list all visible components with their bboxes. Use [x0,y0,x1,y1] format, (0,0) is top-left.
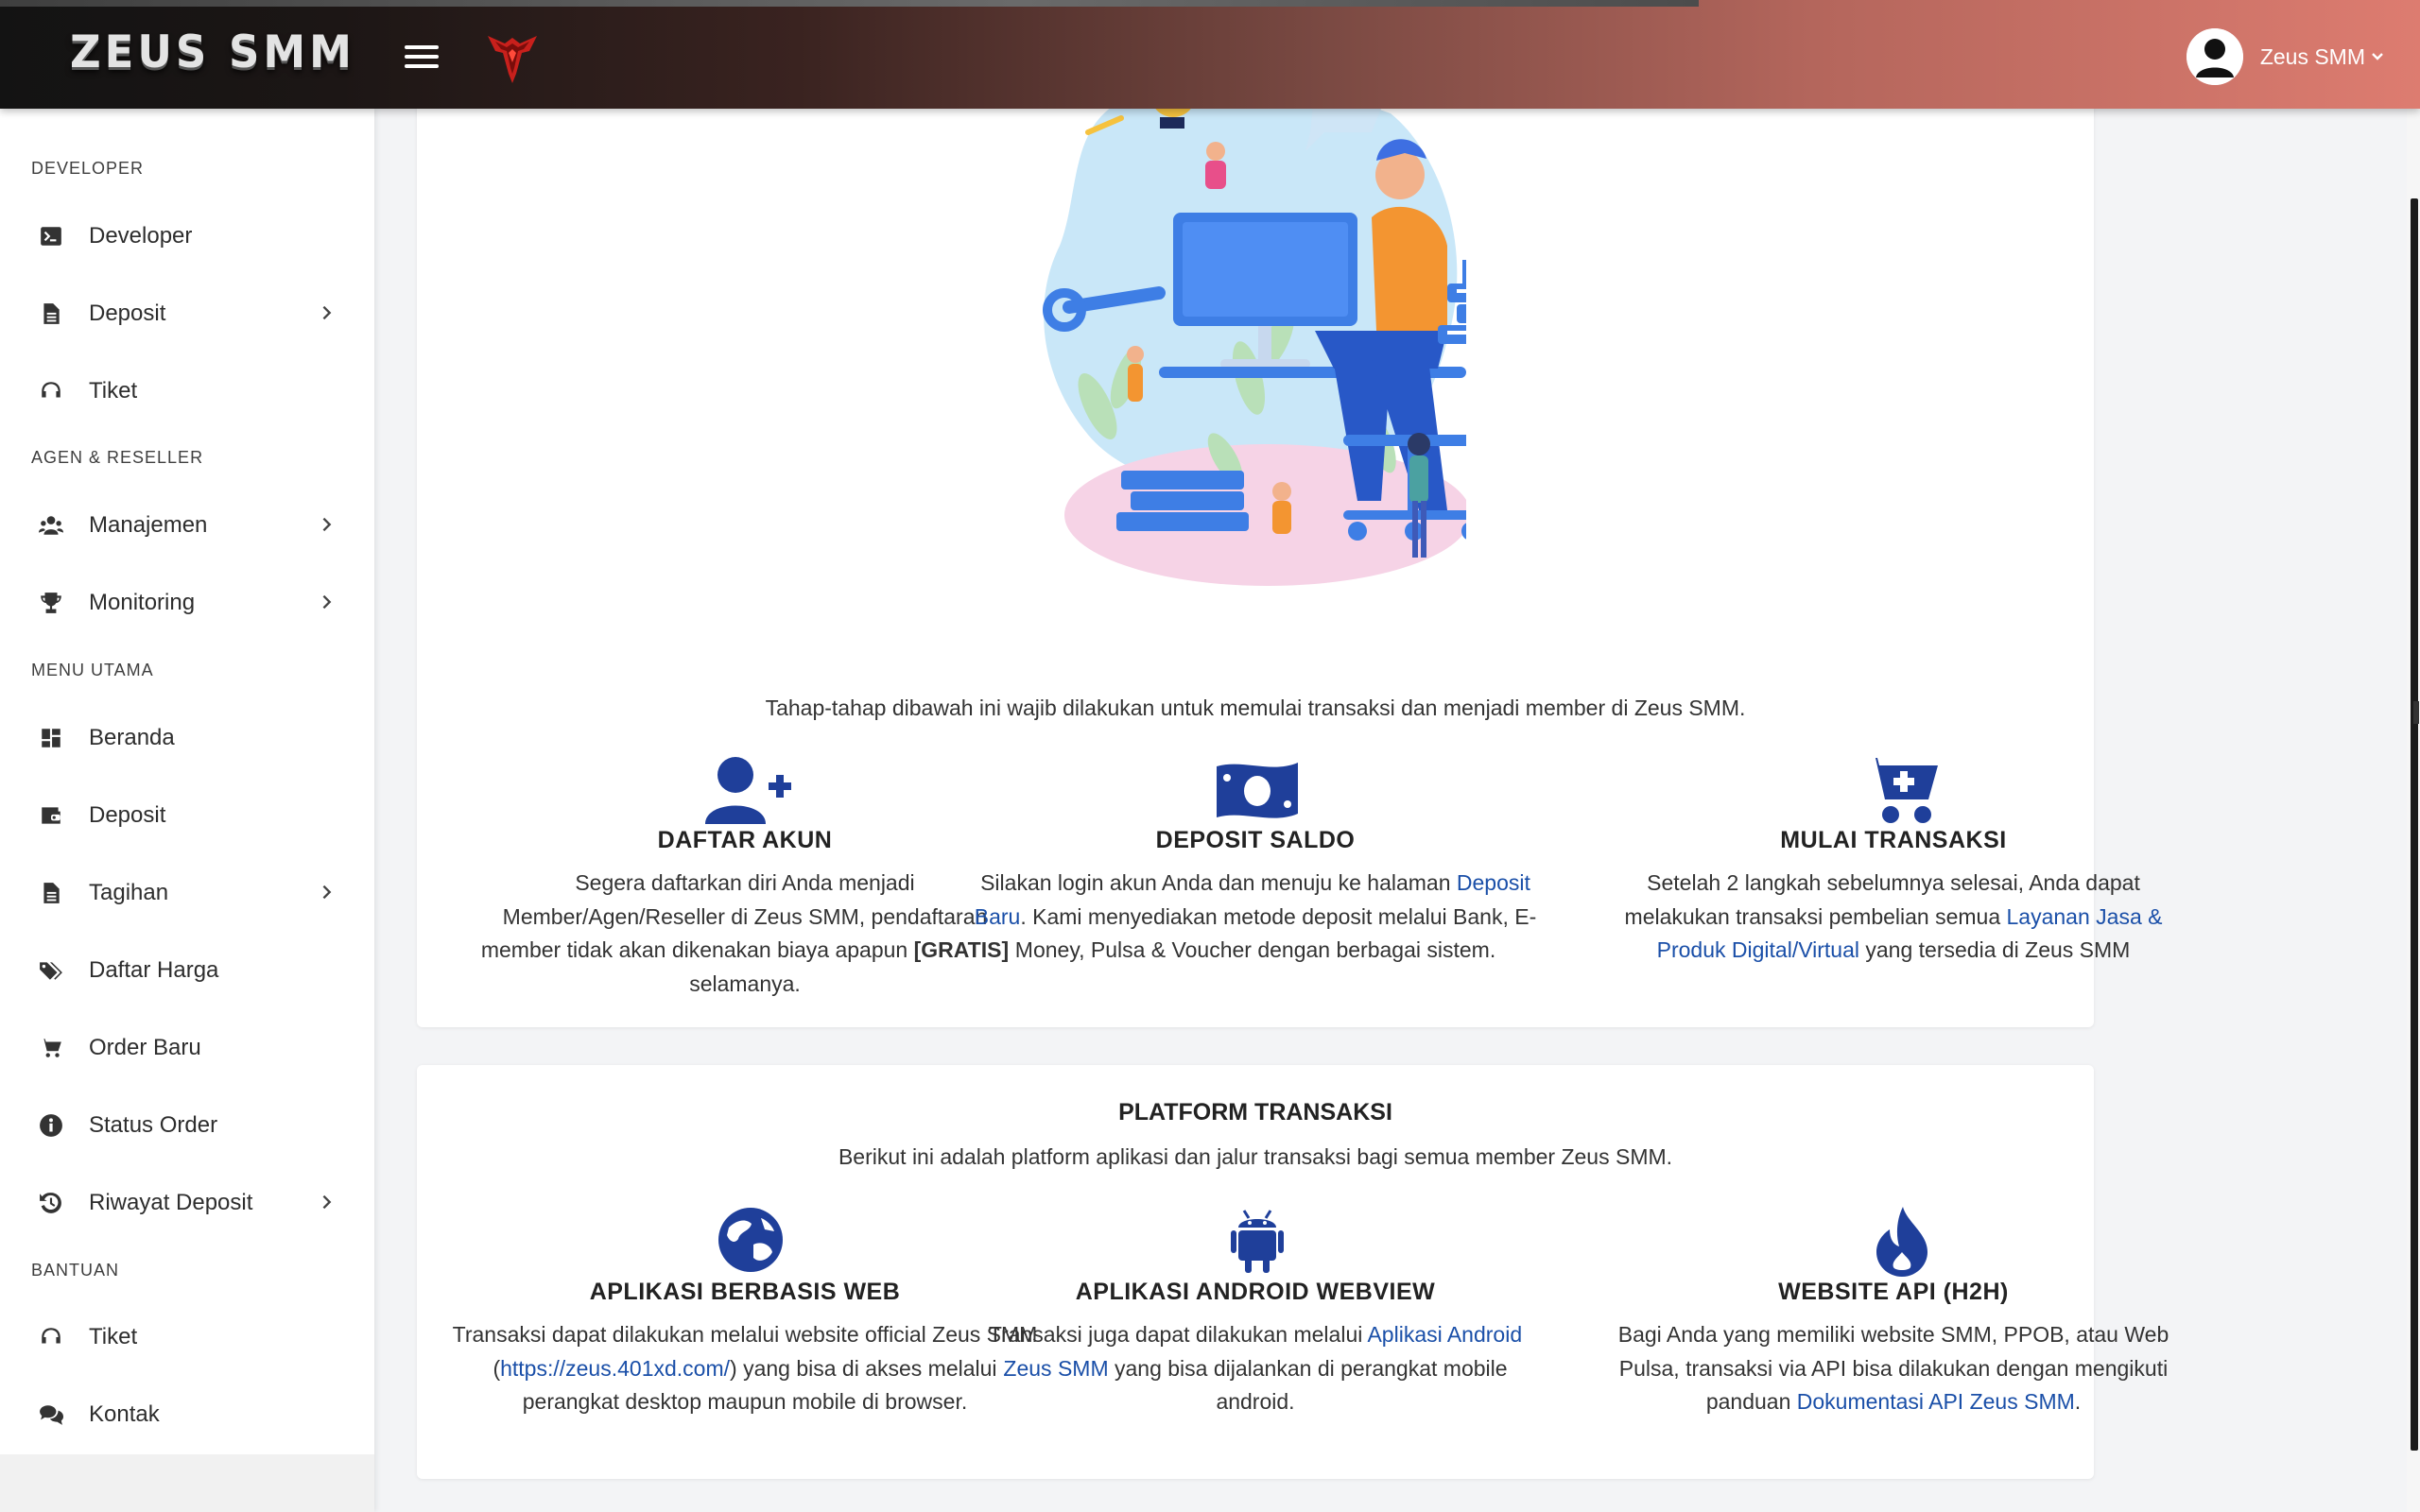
top-progress-strip [0,0,1699,7]
step-title: MULAI TRANSAKSI [1780,827,2007,853]
menu-toggle-icon[interactable] [405,43,439,70]
platform-text-part: Transaksi juga dapat dilakukan melalui [988,1322,1368,1347]
workspace-illustration [1043,94,1466,586]
step-text-part: Silakan login akun Anda dan menuju ke ha… [980,870,1457,895]
android-icon [1231,1210,1284,1273]
sidebar-section-bantuan: BANTUAN [31,1261,120,1280]
platform-api: WEBSITE API (H2H) Bagi Anda yang memilik… [1582,1207,2205,1452]
chevron-right-icon [319,884,337,902]
user-menu[interactable]: Zeus SMM [2186,28,2384,85]
sidebar-item-monitoring[interactable]: Monitoring [0,575,374,631]
dashboard-icon [38,725,64,751]
file-icon [38,301,64,327]
users-icon [38,512,64,539]
scrollbar-marker [2413,701,2419,724]
sidebar-item-label: Daftar Harga [89,957,219,983]
sidebar-item-label: Beranda [89,725,175,750]
sidebar-item-developer[interactable]: Developer [0,208,374,265]
sidebar-item-tiket[interactable]: Tiket [0,1309,374,1366]
avatar[interactable] [2186,28,2243,85]
sidebar-item-riwayat-deposit[interactable]: Riwayat Deposit [0,1175,374,1231]
step-text: Setelah 2 langkah sebelumnya selesai, An… [1610,867,2177,968]
step-text-part: . Kami menyediakan metode deposit melalu… [1014,903,1537,963]
phoenix-emblem-icon [488,36,537,83]
top-navbar: ZEUS SMM Zeus SMM [0,0,2420,109]
sidebar-item-tagihan[interactable]: Tagihan [0,865,374,921]
wallet-icon [38,802,64,829]
sidebar-item-label: Status Order [89,1112,218,1138]
sidebar-item-label: Kontak [89,1401,160,1427]
sidebar: DEVELOPER Developer Deposit Tiket AGEN &… [0,109,374,1512]
step-text-part: Segera daftarkan diri Anda menjadi Membe… [480,870,988,962]
sidebar-item-label: Monitoring [89,590,196,615]
chevron-right-icon [319,516,337,535]
steps-intro-text: Tahap-tahap dibawah ini wajib dilakukan … [765,696,1746,720]
sidebar-item-label: Order Baru [89,1035,201,1060]
steps-card: Tahap-tahap dibawah ini wajib dilakukan … [417,94,2162,1027]
platform-item-text: Transaksi juga dapat dilakukan melalui A… [972,1318,1539,1419]
sidebar-item-kontak[interactable]: Kontak [0,1386,374,1443]
step-mulai-transaksi: MULAI TRANSAKSI Setelah 2 langkah sebelu… [1582,756,2205,1002]
cart-plus-icon [1862,758,1938,823]
platform-text-part: yang bisa dijalankan di perangkat mobile… [1108,1355,1508,1415]
history-icon [38,1190,64,1216]
sidebar-item-deposit[interactable]: Deposit [0,787,374,844]
sidebar-item-label: Riwayat Deposit [89,1190,253,1215]
website-url-link[interactable]: https://zeus.401xd.com/ [500,1356,730,1381]
terminal-icon [38,223,64,249]
money-bill-icon [1217,763,1298,818]
step-deposit-saldo: DEPOSIT SALDO Silakan login akun Anda da… [943,756,1567,1002]
sidebar-item-deposit-dev[interactable]: Deposit [0,285,374,342]
chevron-right-icon [319,304,337,323]
platform-card: PLATFORM TRANSAKSI Berikut ini adalah pl… [417,1065,2169,1479]
chevron-right-icon [319,593,337,612]
user-name[interactable]: Zeus SMM [2260,44,2365,70]
info-icon [38,1112,64,1139]
sidebar-item-beranda[interactable]: Beranda [0,710,374,766]
sidebar-footer [0,1454,374,1512]
chevron-right-icon [319,1194,337,1212]
brand-logo[interactable]: ZEUS SMM [70,26,355,78]
sidebar-item-order-baru[interactable]: Order Baru [0,1020,374,1076]
platform-item-title: APLIKASI ANDROID WEBVIEW [1075,1279,1436,1305]
globe-icon [718,1208,783,1272]
sidebar-item-daftar-harga[interactable]: Daftar Harga [0,942,374,999]
sidebar-item-manajemen[interactable]: Manajemen [0,497,374,554]
sidebar-item-label: Manajemen [89,512,208,538]
sidebar-item-label: Deposit [89,301,166,326]
sidebar-item-label: Deposit [89,802,166,828]
comments-icon [38,1401,64,1428]
sidebar-section-developer: DEVELOPER [31,159,145,178]
platform-android: APLIKASI ANDROID WEBVIEW Transaksi juga … [943,1207,1567,1452]
file-icon [38,880,64,906]
fire-icon [1876,1207,1927,1277]
cart-icon [38,1035,64,1061]
platform-text-part: . [2074,1389,2082,1414]
sidebar-item-tiket-dev[interactable]: Tiket [0,363,374,420]
step-text-part: selamanya. [689,971,801,996]
sidebar-section-menu-utama: MENU UTAMA [31,661,154,679]
sidebar-section-agen-reseller: AGEN & RESELLER [31,448,204,467]
platform-title: PLATFORM TRANSAKSI [1118,1099,1392,1125]
page-scrollbar-thumb[interactable] [2411,198,2418,1451]
sidebar-item-label: Tiket [89,378,138,404]
headset-icon [38,1324,64,1350]
sidebar-item-label: Tagihan [89,880,169,905]
sidebar-item-label: Developer [89,223,193,249]
platform-item-text: Bagi Anda yang memiliki website SMM, PPO… [1610,1318,2177,1419]
user-plus-icon [705,757,791,824]
chevron-down-icon[interactable] [2371,49,2384,65]
api-docs-link[interactable]: Dokumentasi API Zeus SMM [1797,1389,2075,1414]
step-text-part: yang tersedia di Zeus SMM [1859,937,2131,962]
platform-item-title: WEBSITE API (H2H) [1778,1279,2009,1305]
sidebar-item-label: Tiket [89,1324,138,1349]
headset-icon [38,378,64,404]
tags-icon [38,957,64,984]
platform-subtitle: Berikut ini adalah platform aplikasi dan… [838,1144,1673,1169]
step-title: DEPOSIT SALDO [1155,827,1356,853]
sidebar-item-status-order[interactable]: Status Order [0,1097,374,1154]
trophy-icon [38,590,64,616]
step-text: Silakan login akun Anda dan menuju ke ha… [972,867,1539,968]
